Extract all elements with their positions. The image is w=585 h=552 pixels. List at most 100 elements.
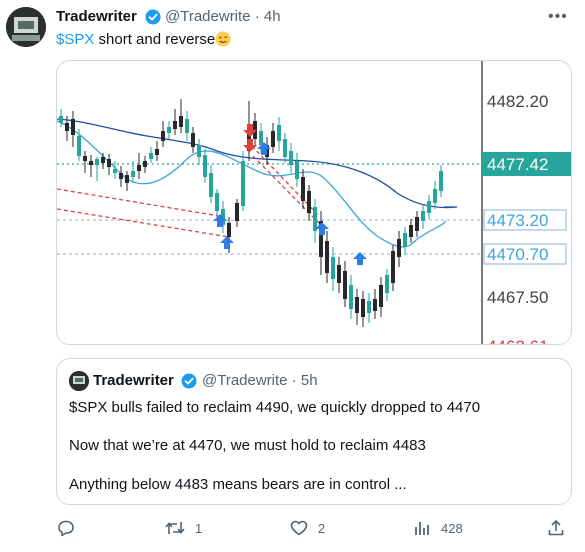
tweet-text: $SPX short and reverse: [56, 31, 231, 48]
candle-body: [191, 133, 195, 147]
level-price-label: 4470.70: [487, 245, 548, 264]
candle-body: [433, 189, 437, 203]
quoted-text-line-2: Now that we’re at 4470, we must hold to …: [69, 437, 426, 454]
separator: ·: [291, 372, 297, 389]
candle-body: [415, 217, 419, 231]
candle-body: [241, 161, 245, 206]
candle-body: [137, 165, 141, 171]
chart-image[interactable]: 4482.20 4477.42 4473.20 4470.70 4467.50 4462.…: [56, 60, 572, 345]
reply-icon: [58, 520, 74, 537]
candle-body: [355, 297, 359, 313]
quoted-timestamp: 5h: [300, 372, 318, 389]
candle-body: [235, 203, 239, 221]
winking-face-emoji-icon: [215, 31, 231, 47]
candle-body: [203, 155, 207, 177]
clipped-price-label: 4462.61: [487, 337, 548, 344]
candle-body: [125, 175, 129, 183]
separator: ·: [254, 8, 260, 25]
candle-body: [397, 239, 401, 257]
candle-body: [331, 257, 335, 279]
author-handle-line[interactable]: @Tradewrite · 4h: [165, 8, 281, 25]
avatar[interactable]: [6, 7, 46, 47]
quoted-author-name: Tradewriter: [93, 372, 174, 389]
current-price-label: 4477.42: [487, 155, 548, 174]
candle-body: [185, 119, 189, 133]
timestamp[interactable]: 4h: [264, 8, 281, 25]
candle-body: [403, 233, 407, 247]
candle-body: [179, 116, 183, 127]
quoted-handle: @Tradewrite: [202, 372, 288, 389]
candle-body: [349, 285, 353, 309]
candle-body: [427, 201, 431, 213]
candle-body: [337, 265, 341, 283]
candle-body: [283, 139, 287, 157]
candle-body: [173, 121, 177, 129]
tweet-text-body: short and reverse: [94, 31, 216, 48]
price-chart: 4482.20 4477.42 4473.20 4470.70 4467.50 4462.…: [57, 61, 571, 344]
retweet-icon: [165, 522, 185, 534]
candle-body: [379, 285, 383, 307]
candle-body: [277, 125, 281, 141]
share-icon: [548, 519, 564, 536]
candle-body: [77, 136, 81, 156]
retweet-button[interactable]: 1: [165, 518, 202, 538]
candle-body: [155, 149, 159, 155]
candle-body: [289, 151, 293, 165]
quoted-text-line-3: Anything below 4483 means bears are in c…: [69, 476, 407, 493]
candle-body: [95, 159, 99, 165]
view-count: 428: [441, 520, 463, 536]
quoted-tweet[interactable]: Tradewriter @Tradewrite · 5h $SPX bulls …: [56, 358, 572, 505]
candle-body: [391, 251, 395, 283]
candle-body: [143, 161, 147, 167]
candle-body: [373, 299, 377, 311]
candle-body: [385, 275, 389, 293]
candle-body: [439, 171, 443, 191]
candle-body: [101, 157, 105, 163]
candle-body: [83, 156, 87, 161]
candle-body: [161, 131, 165, 141]
retweet-count: 1: [195, 520, 203, 536]
candle-body: [343, 271, 347, 299]
candle-body: [149, 153, 153, 159]
candle-body: [409, 225, 413, 237]
candle-body: [295, 161, 299, 179]
author-handle[interactable]: @Tradewrite: [165, 8, 251, 25]
views-button[interactable]: 428: [413, 518, 463, 538]
candle-body: [307, 191, 311, 213]
candle-body: [301, 177, 305, 201]
trend-line-1: [57, 188, 226, 218]
price-axis-label: 4482.20: [487, 92, 548, 111]
candle-body: [71, 119, 75, 135]
candle-body: [167, 127, 171, 133]
heart-icon: [290, 520, 308, 536]
candle-body: [59, 116, 63, 123]
like-button[interactable]: 2: [290, 518, 325, 538]
candle-body: [313, 207, 317, 231]
candle-body: [113, 169, 117, 173]
quoted-avatar: [69, 371, 89, 391]
quoted-text-line-1: $SPX bulls failed to reclaim 4490, we qu…: [69, 399, 481, 416]
quoted-handle-line: @Tradewrite · 5h: [202, 372, 318, 389]
analytics-icon: [415, 522, 429, 535]
candle-body: [209, 173, 213, 197]
candle-body: [131, 171, 135, 177]
candle-body: [259, 131, 263, 145]
reply-button[interactable]: [57, 518, 85, 538]
candle-body: [89, 161, 93, 165]
buy-arrow-icon: [220, 236, 234, 249]
candle-body: [197, 145, 201, 157]
share-button[interactable]: [547, 518, 565, 538]
price-axis-label: 4467.50: [487, 288, 548, 307]
author-name[interactable]: Tradewriter: [56, 8, 137, 25]
like-count: 2: [318, 520, 326, 536]
cashtag-link[interactable]: $SPX: [56, 31, 94, 48]
more-options-icon[interactable]: •••: [548, 8, 568, 26]
verified-badge-icon: [181, 373, 197, 389]
level-price-label: 4473.20: [487, 211, 548, 230]
candle-body: [367, 301, 371, 313]
candle-body: [325, 241, 329, 273]
candle-body: [65, 123, 69, 131]
candle-body: [107, 159, 111, 167]
verified-badge-icon: [145, 9, 161, 25]
candle-body: [215, 193, 219, 211]
